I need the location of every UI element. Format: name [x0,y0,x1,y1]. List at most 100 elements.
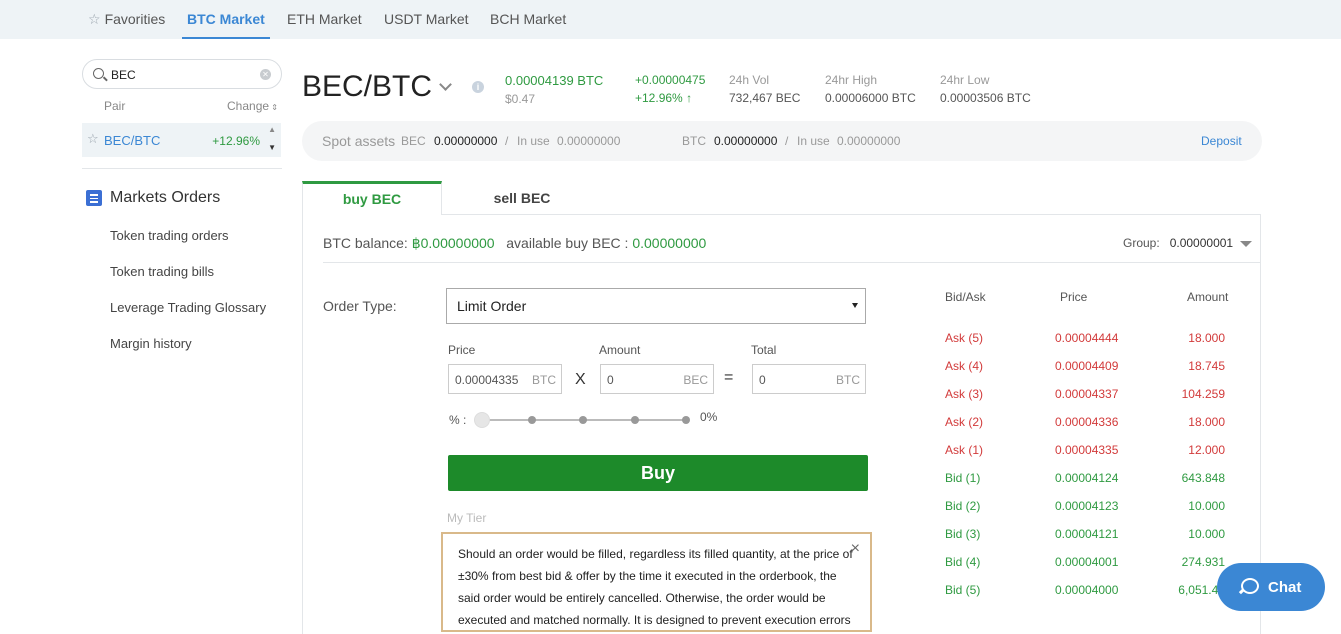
tab-usdt-market[interactable]: USDT Market [384,0,469,39]
star-icon[interactable]: ☆ [87,131,99,147]
percent-value: 0% [700,410,718,424]
my-tier-label: My Tier [447,511,487,525]
slider-stop-75[interactable] [631,416,639,424]
orderbook-amount: 10.000 [1188,527,1225,541]
orderbook-amount: 12.000 [1188,443,1225,457]
star-icon: ☆ [88,11,101,27]
group-value: 0.00000001 [1169,236,1234,250]
change-column-header[interactable]: Change ⇕ [227,99,278,113]
menu-item-leverage-glossary[interactable]: Leverage Trading Glossary [110,300,266,315]
btc-inuse-value: 0.00000000 [837,134,901,148]
group-selector[interactable]: Group: 0.00000001 [1123,236,1233,250]
chat-button[interactable]: Chat [1217,563,1325,611]
slider-stop-25[interactable] [528,416,536,424]
chevron-down-icon[interactable] [439,78,452,91]
amount-input[interactable]: 0 BEC [600,364,714,394]
total-value: 0 [759,373,766,387]
vol-value: 732,467 BEC [729,91,801,105]
orderbook-amount: 643.848 [1181,471,1225,485]
menu-item-token-trading-orders[interactable]: Token trading orders [110,228,229,243]
menu-item-token-trading-bills[interactable]: Token trading bills [110,264,214,279]
pair-column-header[interactable]: Pair [104,99,125,113]
price-label: Price [448,343,476,357]
slider-stop-100[interactable] [682,416,690,424]
orderbook-side: Ask (1) [945,443,984,457]
bec-inuse-value: 0.00000000 [557,134,621,148]
change-pct-value: +12.96% [635,91,683,105]
deposit-link[interactable]: Deposit [1201,134,1242,148]
btc-balance-label: BTC balance: [323,235,408,251]
cancellation-notice: × Should an order would be filled, regar… [441,532,872,632]
list-icon [86,190,102,206]
arrow-up-icon: ↑ [686,91,693,105]
high-value: 0.00006000 BTC [825,91,916,105]
price-unit: BTC [532,373,556,387]
pair-search-box: ✕ [82,59,282,89]
bec-inuse-label: In use [517,134,550,148]
price-usd: $0.47 [505,92,536,106]
btc-balance: 0.00000000 [714,134,778,148]
pair-list-item[interactable]: ☆ BEC/BTC +12.96% ▲ ▼ [82,123,281,157]
last-price: 0.00004139 BTC $0.47 [505,73,603,106]
orderbook-price: 0.00004121 [1055,527,1119,541]
bec-balance: 0.00000000 [434,134,498,148]
orderbook-price: 0.00004335 [1055,443,1119,457]
tab-label: Favorities [104,11,166,27]
spot-assets-label: Spot assets [322,133,396,149]
orderbook-header-side: Bid/Ask [945,290,986,304]
pair-search-input[interactable] [111,66,261,84]
times-sign: X [575,371,586,388]
price-input[interactable]: 0.00004335 BTC [448,364,562,394]
order-type-select[interactable]: Limit Order [446,288,866,324]
tab-favorities[interactable]: ☆ Favorities [88,0,165,39]
orderbook-amount: 18.000 [1188,331,1225,345]
high-label: 24hr High [825,73,878,87]
orderbook-amount: 274.931 [1181,555,1225,569]
total-unit: BTC [836,373,860,387]
tab-buy[interactable]: buy BEC [302,181,442,215]
divider [82,168,282,169]
stat-24h-high: 24hr High 0.00006000 BTC [825,73,916,105]
scroll-down-icon[interactable]: ▼ [268,143,276,152]
close-icon[interactable]: × [851,538,860,560]
slider-stop-50[interactable] [579,416,587,424]
order-type-value: Limit Order [457,298,527,314]
amount-unit: BEC [683,373,708,387]
clear-search-icon[interactable]: ✕ [260,69,271,80]
total-input[interactable]: 0 BTC [752,364,866,394]
orderbook-price: 0.00004409 [1055,359,1119,373]
pair-title[interactable]: BEC/BTC [302,70,432,104]
amount-value: 0 [607,373,614,387]
markets-orders-title: Markets Orders [110,189,221,206]
low-label: 24hr Low [940,73,990,87]
tab-sell[interactable]: sell BEC [442,181,602,215]
scroll-up-icon[interactable]: ▲ [268,125,276,134]
tab-bch-market[interactable]: BCH Market [490,0,566,39]
chat-label: Chat [1268,579,1302,596]
menu-item-margin-history[interactable]: Margin history [110,336,192,351]
sort-icon: ⇕ [269,103,278,112]
change-pct: +12.96% ↑ [635,91,705,105]
orderbook-side: Bid (2) [945,499,981,513]
tab-btc-market[interactable]: BTC Market [182,0,270,39]
orderbook-side: Ask (5) [945,331,984,345]
change-abs: +0.00000475 [635,73,706,87]
caret-down-icon[interactable] [1240,241,1252,247]
orderbook-side: Ask (2) [945,415,984,429]
orderbook-header-amount: Amount [1187,290,1229,304]
market-tabs-bar: ☆ Favorities BTC Market ETH Market USDT M… [0,0,1341,39]
available-value: 0.00000000 [632,235,707,251]
orderbook-price: 0.00004124 [1055,471,1119,485]
search-icon [93,68,104,79]
tab-eth-market[interactable]: ETH Market [287,0,362,39]
stat-24h-vol: 24h Vol 732,467 BEC [729,73,800,105]
orderbook-price: 0.00004336 [1055,415,1119,429]
vol-label: 24h Vol [729,73,770,87]
info-icon[interactable]: i [472,81,484,93]
orderbook-amount: 18.745 [1188,359,1225,373]
percent-slider-handle[interactable] [474,412,490,428]
low-value: 0.00003506 BTC [940,91,1031,105]
buy-button[interactable]: Buy [448,455,868,491]
orderbook-side: Bid (3) [945,527,981,541]
price-change: +0.00000475 +12.96% ↑ [635,73,705,105]
